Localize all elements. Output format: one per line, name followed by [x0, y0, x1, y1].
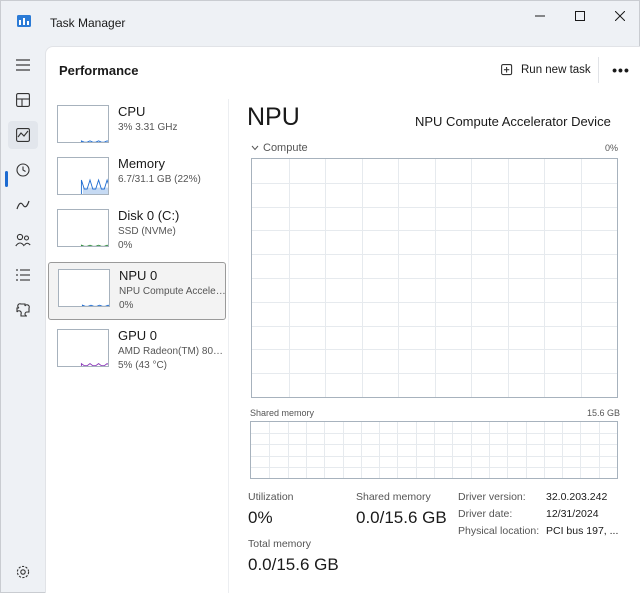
- driver-date-label: Driver date:: [458, 508, 513, 520]
- shared-memory-label: Shared memory: [356, 491, 431, 503]
- npu-sparkline: [81, 304, 109, 306]
- device-thumbnail: [57, 329, 109, 367]
- device-thumbnail: [57, 209, 109, 247]
- run-new-task-label: Run new task: [521, 64, 591, 76]
- device-name: GPU 0: [118, 328, 158, 343]
- total-memory-label: Total memory: [248, 538, 312, 550]
- sparkline-path: [80, 362, 108, 366]
- nav-performance-button[interactable]: [8, 121, 38, 149]
- run-task-icon: [501, 63, 513, 75]
- services-icon: [16, 303, 30, 317]
- task-manager-icon: [17, 15, 31, 27]
- shared-memory-graph-label: Shared memory: [250, 408, 315, 418]
- more-icon: •••: [612, 62, 630, 78]
- usage-fill: [82, 187, 108, 194]
- compute-graph: [251, 158, 618, 398]
- shared-memory-value: 0.0/15.6 GB: [356, 508, 447, 527]
- startup-apps-icon: [16, 200, 30, 210]
- device-name: Memory: [118, 156, 165, 171]
- performance-panel: Performance Run new task ••• CPU 3% 3.31…: [45, 46, 640, 593]
- driver-version-label: Driver version:: [458, 491, 526, 503]
- device-thumbnail: [57, 157, 109, 195]
- device-name: NPU 0: [119, 268, 158, 283]
- settings-icon: [16, 565, 30, 579]
- device-item-disk[interactable]: Disk 0 (C:) SSD (NVMe) 0%: [48, 203, 226, 261]
- sparkline-path: [80, 140, 108, 142]
- compute-label: Compute: [263, 142, 308, 154]
- window-title: Task Manager: [50, 16, 126, 30]
- device-subtitle: AMD Radeon(TM) 8060S: [118, 346, 226, 357]
- driver-date-value: 12/31/2024: [546, 508, 599, 520]
- processes-icon: [16, 93, 30, 107]
- nav-settings-button[interactable]: [8, 558, 38, 586]
- disk-sparkline: [80, 244, 108, 246]
- total-memory-value: 0.0/15.6 GB: [248, 555, 339, 574]
- page-title: Performance: [59, 63, 139, 78]
- device-subtitle: 3% 3.31 GHz: [118, 122, 178, 133]
- nav-processes-button[interactable]: [8, 86, 38, 114]
- shared-memory-graph: [250, 421, 618, 479]
- utilization-value: 0%: [248, 508, 273, 527]
- device-usage: 0%: [119, 300, 134, 311]
- nav-details-button[interactable]: [8, 261, 38, 289]
- hamburger-icon: [16, 59, 30, 71]
- device-subtitle: SSD (NVMe): [118, 226, 176, 237]
- device-name: CPU: [118, 104, 146, 119]
- maximize-icon: [575, 11, 585, 21]
- shared-memory-graph-max: 15.6 GB: [587, 408, 621, 418]
- device-subtitle: 6.7/31.1 GB (22%): [118, 174, 201, 185]
- device-usage: 5% (43 °C): [118, 360, 168, 371]
- compute-grid: [252, 159, 617, 397]
- run-new-task-button[interactable]: Run new task: [501, 60, 591, 80]
- device-heading: NPU: [247, 103, 300, 131]
- nav-startup-apps-button[interactable]: [8, 191, 38, 219]
- device-usage: 0%: [118, 240, 133, 251]
- performance-icon: [16, 128, 30, 142]
- device-thumbnail: [58, 269, 110, 307]
- close-button[interactable]: [597, 1, 640, 31]
- title-bar: Task Manager: [1, 1, 639, 45]
- active-nav-indicator: [5, 171, 8, 187]
- utilization-label: Utilization: [248, 491, 294, 503]
- gpu-sparkline: [80, 362, 108, 366]
- compute-engine-selector[interactable]: Compute: [251, 142, 308, 154]
- details-icon: [16, 269, 30, 281]
- device-full-name: NPU Compute Accelerator Device: [415, 114, 611, 129]
- memory-sparkline: [80, 178, 108, 194]
- device-subtitle: NPU Compute Accelerator Device: [119, 286, 227, 297]
- task-manager-window: Task Manager Performance Run new task ••…: [0, 0, 640, 593]
- device-name: Disk 0 (C:): [118, 208, 180, 223]
- nav-menu-button[interactable]: [8, 51, 38, 79]
- minimize-icon: [535, 15, 545, 17]
- physical-location-label: Physical location:: [458, 525, 540, 537]
- nav-rail: [1, 45, 45, 593]
- users-icon: [15, 233, 31, 247]
- nav-services-button[interactable]: [8, 296, 38, 324]
- nav-app-history-button[interactable]: [8, 156, 38, 184]
- device-item-cpu[interactable]: CPU 3% 3.31 GHz: [48, 99, 226, 157]
- device-item-gpu[interactable]: GPU 0 AMD Radeon(TM) 8060S 5% (43 °C): [48, 323, 226, 381]
- driver-version-value: 32.0.203.242: [546, 491, 608, 503]
- cpu-sparkline: [80, 140, 108, 142]
- more-options-button[interactable]: •••: [608, 57, 634, 83]
- chevron-down-icon: [251, 145, 259, 151]
- header-separator: [598, 57, 599, 83]
- close-icon: [615, 11, 625, 21]
- compute-max-percent: 0%: [605, 143, 619, 153]
- sparkline-path: [80, 244, 108, 246]
- device-item-memory[interactable]: Memory 6.7/31.1 GB (22%): [48, 151, 226, 209]
- list-divider: [228, 99, 229, 593]
- physical-location-value: PCI bus 197, ...: [546, 525, 619, 537]
- device-item-npu[interactable]: NPU 0 NPU Compute Accelerator Device 0%: [48, 262, 227, 320]
- sparkline-path: [81, 304, 109, 306]
- shared-memory-grid: [251, 422, 617, 478]
- device-thumbnail: [57, 105, 109, 143]
- nav-users-button[interactable]: [8, 226, 38, 254]
- app-history-icon: [16, 163, 30, 177]
